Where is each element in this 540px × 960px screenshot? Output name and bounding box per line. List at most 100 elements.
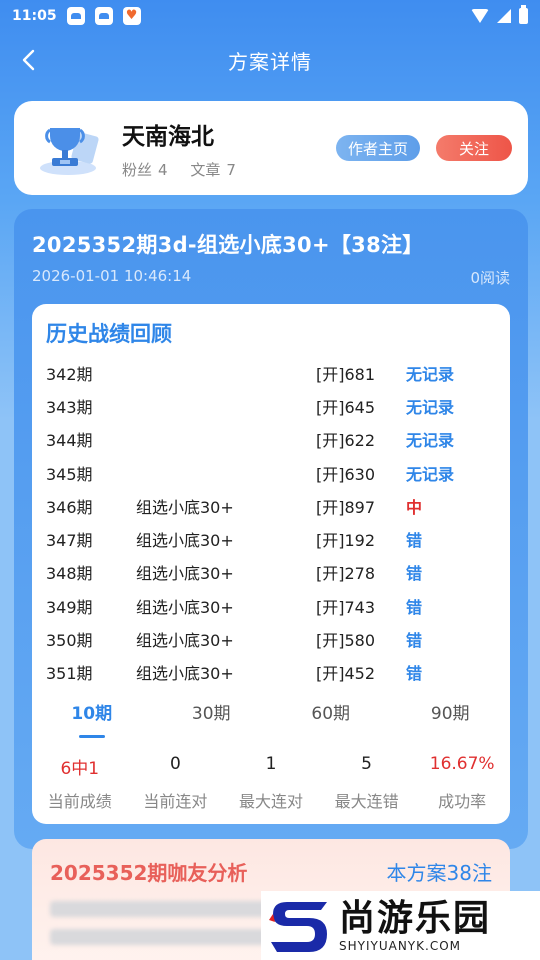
history-row: 349期 组选小底30+ [开]743 错 xyxy=(46,589,506,622)
stat-item: 5 最大连错 xyxy=(319,754,415,812)
row-plan: 组选小底30+ xyxy=(136,664,234,684)
history-title: 历史战绩回顾 xyxy=(46,322,172,346)
row-draw: [开]743 xyxy=(316,597,376,617)
author-name: 天南海北 xyxy=(122,123,214,150)
stat-item: 16.67% 成功率 xyxy=(414,754,510,812)
row-draw: [开]452 xyxy=(316,664,376,684)
tab-10期[interactable]: 10期 xyxy=(32,702,152,738)
articles-count: 7 xyxy=(226,160,236,179)
history-row: 350期 组选小底30+ [开]580 错 xyxy=(46,622,506,655)
scheme-title: 2025352期3d-组选小底30+【38注】 xyxy=(32,233,424,257)
row-result: 中 xyxy=(406,497,423,517)
analysis-count: 本方案38注 xyxy=(386,861,492,885)
tab-60期[interactable]: 60期 xyxy=(271,702,391,738)
wifi-icon xyxy=(471,9,489,23)
row-result: 错 xyxy=(406,664,423,684)
stats-row: 6中1 当前成绩 0 当前连对 1 最大连对 5 最大连错 16.67% 成功率 xyxy=(32,754,510,812)
row-plan: 组选小底30+ xyxy=(136,631,234,651)
author-home-button[interactable]: 作者主页 xyxy=(335,135,420,161)
history-list: 342期 [开]681 无记录 343期 [开]645 无记录 344期 [开]622 无记录 3… xyxy=(46,356,506,689)
watermark-logo-icon xyxy=(269,901,327,952)
row-draw: [开]278 xyxy=(316,564,376,584)
stat-item: 0 当前连对 xyxy=(128,754,224,812)
row-draw: [开]630 xyxy=(316,464,376,484)
status-time: 11:05 xyxy=(12,8,57,24)
author-meta: 粉丝 4 文章 7 xyxy=(122,159,336,180)
row-period: 347期 xyxy=(46,531,93,551)
history-row: 344期 [开]622 无记录 xyxy=(46,423,506,456)
row-period: 348期 xyxy=(46,564,93,584)
row-plan: 组选小底30+ xyxy=(136,597,234,617)
row-period: 350期 xyxy=(46,631,93,651)
row-result: 无记录 xyxy=(406,364,455,384)
row-result: 错 xyxy=(406,631,423,651)
row-result: 无记录 xyxy=(406,464,455,484)
row-period: 342期 xyxy=(46,364,93,384)
stat-value: 16.67% xyxy=(429,754,495,774)
row-result: 无记录 xyxy=(406,431,455,451)
page-title: 方案详情 xyxy=(228,49,312,74)
stat-label: 当前连对 xyxy=(143,792,208,811)
articles-label: 文章 xyxy=(190,160,221,179)
fans-label: 粉丝 xyxy=(122,160,153,179)
stat-label: 成功率 xyxy=(438,792,487,811)
row-draw: [开]897 xyxy=(316,497,376,517)
app-notification-icon xyxy=(66,7,85,25)
row-period: 346期 xyxy=(46,497,93,517)
row-draw: [开]192 xyxy=(316,531,376,551)
row-plan: 组选小底30+ xyxy=(136,497,234,517)
stat-value: 5 xyxy=(361,754,372,774)
stat-value: 1 xyxy=(265,754,277,774)
history-row: 343期 [开]645 无记录 xyxy=(46,389,506,422)
history-panel: 历史战绩回顾 342期 [开]681 无记录 343期 [开]645 无记录 344期 [开]… xyxy=(32,304,510,824)
row-plan: 组选小底30+ xyxy=(136,564,234,584)
stat-label: 最大连对 xyxy=(238,792,303,811)
watermark-cn: 尚游乐园 xyxy=(339,897,492,939)
row-period: 343期 xyxy=(46,397,93,417)
fans-count: 4 xyxy=(158,160,168,179)
tab-30期[interactable]: 30期 xyxy=(152,702,272,738)
row-draw: [开]580 xyxy=(316,631,376,651)
row-result: 无记录 xyxy=(406,397,455,417)
history-row: 351期 组选小底30+ [开]452 错 xyxy=(46,656,506,689)
scheme-card: 2025352期3d-组选小底30+【38注】 2026-01-01 10:46… xyxy=(14,209,528,849)
tab-90期[interactable]: 90期 xyxy=(391,702,511,738)
blurred-content xyxy=(50,901,290,960)
stat-label: 最大连错 xyxy=(334,792,399,811)
back-arrow-icon[interactable] xyxy=(18,48,42,72)
stat-value: 6中1 xyxy=(60,759,100,779)
row-plan: 组选小底30+ xyxy=(136,531,234,551)
stat-item: 1 最大连对 xyxy=(223,754,319,812)
author-card: 天南海北 粉丝 4 文章 7 作者主页 关注 xyxy=(14,101,528,195)
watermark-en: SHYIYUANYK.COM xyxy=(339,938,461,953)
app-notification-icon xyxy=(94,7,113,25)
row-result: 错 xyxy=(406,564,423,584)
follow-button[interactable]: 关注 xyxy=(436,135,512,161)
period-tabs: 10期 30期 60期 90期 xyxy=(32,702,510,738)
row-period: 349期 xyxy=(46,597,93,617)
nav-bar: 方案详情 xyxy=(0,32,540,88)
row-period: 344期 xyxy=(46,431,93,451)
trophy-avatar-icon xyxy=(40,128,99,175)
stat-value: 0 xyxy=(169,754,181,774)
scheme-datetime: 2026-01-01 10:46:14 xyxy=(32,267,192,285)
stat-label: 当前成绩 xyxy=(47,792,112,811)
watermark: 尚游乐园 SHYIYUANYK.COM xyxy=(261,891,540,960)
row-draw: [开]645 xyxy=(316,397,376,417)
history-row: 345期 [开]630 无记录 xyxy=(46,456,506,489)
heart-app-icon: ♥ xyxy=(122,7,141,25)
row-draw: [开]681 xyxy=(316,364,376,384)
read-count: 0阅读 xyxy=(470,269,510,287)
row-result: 错 xyxy=(406,597,423,617)
battery-icon xyxy=(519,5,528,24)
stat-item: 6中1 当前成绩 xyxy=(32,754,128,812)
status-bar: 11:05 ♥ xyxy=(0,0,540,32)
row-period: 345期 xyxy=(46,464,93,484)
history-row: 347期 组选小底30+ [开]192 错 xyxy=(46,522,506,555)
signal-icon xyxy=(497,9,511,23)
analysis-title: 2025352期咖友分析 xyxy=(50,861,248,885)
history-row: 342期 [开]681 无记录 xyxy=(46,356,506,389)
row-period: 351期 xyxy=(46,664,93,684)
row-draw: [开]622 xyxy=(316,431,376,451)
history-row: 348期 组选小底30+ [开]278 错 xyxy=(46,556,506,589)
